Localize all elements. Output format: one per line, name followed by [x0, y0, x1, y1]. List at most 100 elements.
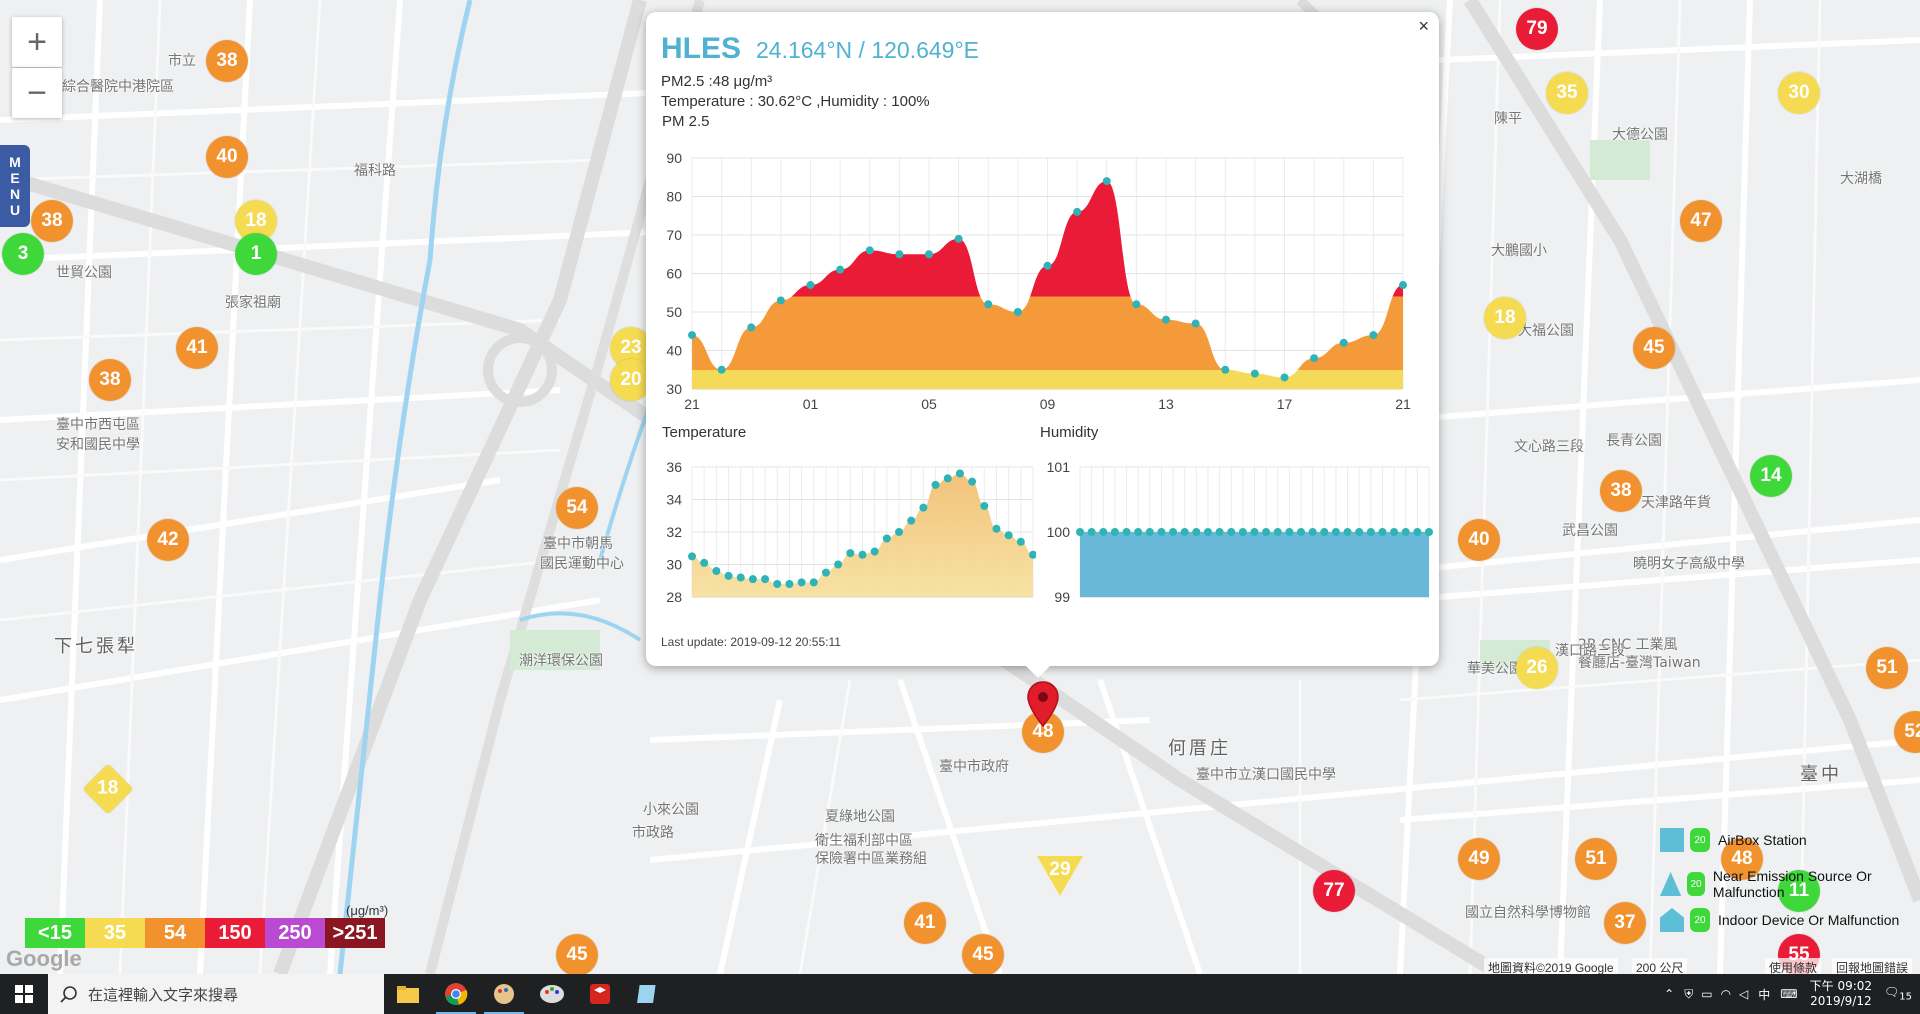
menu-tab-button[interactable]: M E N U	[0, 145, 30, 227]
data-point	[1169, 528, 1178, 536]
series-area	[1080, 532, 1429, 597]
data-point	[1087, 528, 1096, 536]
sensor-marker[interactable]: 41	[176, 327, 218, 369]
sensor-marker[interactable]: 77	[1313, 870, 1355, 912]
data-point	[954, 234, 963, 243]
y-tick-label: 90	[666, 150, 682, 166]
pm25-reading: PM2.5 :48 μg/m³	[661, 73, 773, 90]
security-icon[interactable]: ⛨	[1684, 987, 1693, 1002]
data-point	[919, 503, 928, 512]
data-point	[1004, 531, 1013, 540]
map-place-label: 國立自然科學博物館	[1465, 905, 1591, 921]
sensor-marker[interactable]: 45	[962, 934, 1004, 974]
temperature-humidity-reading: Temperature : 30.62°C ,Humidity : 100%	[661, 93, 930, 110]
type-legend-label: Near Emission Source Or Malfunction	[1712, 868, 1872, 900]
report-error-link[interactable]: 回報地圖錯誤	[1832, 958, 1913, 974]
x-tick-label: 13	[1158, 396, 1174, 412]
sensor-marker[interactable]: 38	[206, 40, 248, 82]
sensor-marker[interactable]: 42	[147, 519, 189, 561]
map-place-label: 華美公園	[1467, 661, 1523, 677]
sensor-marker[interactable]: 54	[556, 487, 598, 529]
chevron-up-icon[interactable]: ⌃	[1664, 987, 1674, 1001]
data-point	[1390, 528, 1399, 536]
sensor-marker[interactable]: 47	[1680, 200, 1722, 242]
sensor-marker[interactable]: 38	[89, 359, 131, 401]
keyboard-icon[interactable]: ⌨	[1780, 987, 1797, 1001]
search-icon	[60, 986, 77, 1003]
sensor-marker[interactable]: 30	[1778, 72, 1820, 114]
data-point	[1180, 528, 1189, 536]
popup-pointer	[1024, 664, 1052, 678]
y-tick-label: 60	[666, 266, 682, 282]
map-place-label: 夏綠地公園	[825, 809, 895, 825]
map-place-label: 文心路三段	[1514, 439, 1584, 455]
y-tick-label: 36	[666, 459, 682, 475]
data-point	[1310, 354, 1319, 363]
y-tick-label: 32	[666, 524, 682, 540]
taskbar-search-input[interactable]: 在這裡輸入文字來搜尋	[48, 974, 384, 1014]
sensor-marker[interactable]: 51	[1575, 838, 1617, 880]
data-point	[748, 575, 757, 584]
data-point	[1099, 528, 1108, 536]
sensor-marker[interactable]: 18	[1484, 297, 1526, 339]
map-place-label: 陳平	[1494, 111, 1522, 127]
paint-icon[interactable]	[480, 974, 528, 1014]
map-place-label: 臺中市政府	[939, 759, 1009, 775]
zoom-out-button[interactable]: −	[12, 68, 62, 118]
sensor-marker[interactable]: 38	[1600, 470, 1642, 512]
station-info-popup: × HLES 24.164°N / 120.649°E PM2.5 :48 μg…	[646, 12, 1439, 666]
system-tray: ⌃ ⛨ ▭ ◠ ◁ 中 ⌨ 下午 09:02 2019/9/12 🗨15	[1658, 974, 1920, 1014]
data-point	[968, 477, 977, 486]
sensor-marker[interactable]: 38	[31, 200, 73, 242]
system-clock[interactable]: 下午 09:02 2019/9/12	[1810, 979, 1872, 1009]
data-point	[1215, 528, 1224, 536]
sensor-marker[interactable]: 45	[556, 934, 598, 974]
data-point	[1145, 528, 1154, 536]
sensor-marker[interactable]: 45	[1633, 327, 1675, 369]
sensor-marker[interactable]: 41	[904, 902, 946, 944]
x-tick-label: 21	[1395, 396, 1411, 412]
sensor-marker[interactable]: 51	[1866, 647, 1908, 689]
house-icon	[1660, 828, 1684, 852]
sensor-marker[interactable]: 40	[1458, 519, 1500, 561]
data-point	[943, 474, 952, 483]
zoom-in-button[interactable]: +	[12, 17, 62, 67]
volume-icon[interactable]: ◁	[1739, 987, 1748, 1001]
palette-icon[interactable]	[528, 974, 576, 1014]
ime-indicator[interactable]: 中	[1758, 986, 1770, 1003]
start-button[interactable]	[0, 974, 48, 1014]
data-point	[821, 568, 830, 577]
data-point	[1280, 373, 1289, 382]
battery-icon[interactable]: ▭	[1701, 987, 1712, 1001]
sensor-marker[interactable]: 35	[1546, 72, 1588, 114]
google-logo[interactable]: Google	[6, 946, 82, 972]
emission-sensor-marker[interactable]: 29	[1035, 854, 1085, 898]
sketchup-icon[interactable]	[576, 974, 624, 1014]
file-explorer-icon[interactable]	[384, 974, 432, 1014]
chrome-icon[interactable]	[432, 974, 480, 1014]
sensor-marker[interactable]: 79	[1516, 8, 1558, 50]
sensor-marker[interactable]: 49	[1458, 838, 1500, 880]
sensor-marker[interactable]: 40	[206, 136, 248, 178]
map-place-label: 武昌公園	[1562, 523, 1618, 539]
sensor-marker[interactable]: 14	[1750, 455, 1792, 497]
map-data-attribution: 地圖資料©2019 Google	[1484, 958, 1618, 974]
y-tick-label: 80	[666, 189, 682, 205]
sensor-marker[interactable]: 1	[235, 233, 277, 275]
sensor-marker[interactable]: 3	[2, 233, 44, 275]
map-place-label: 曉明女子高級中學	[1633, 556, 1745, 572]
map-canvas[interactable]: 市立 綜合醫院中港院區 世貿公園 福科路 張家祖廟 臺中市西屯區 安和國民中學 下七張犁 臺中市…	[0, 0, 1920, 974]
notification-icon[interactable]: 🗨15	[1884, 985, 1912, 1002]
terms-link[interactable]: 使用條款	[1765, 958, 1822, 974]
data-point	[747, 323, 756, 332]
wifi-icon[interactable]: ◠	[1721, 987, 1731, 1001]
app-icon[interactable]	[624, 974, 672, 1014]
close-popup-button[interactable]: ×	[1418, 16, 1429, 37]
x-tick-label: 17	[1277, 396, 1293, 412]
map-pin-icon[interactable]	[1026, 680, 1060, 730]
data-point	[1227, 528, 1236, 536]
data-point	[836, 265, 845, 274]
humidity-chart-title: Humidity	[1040, 424, 1099, 441]
sensor-marker[interactable]: 37	[1604, 902, 1646, 944]
sensor-marker[interactable]: 26	[1516, 647, 1558, 689]
